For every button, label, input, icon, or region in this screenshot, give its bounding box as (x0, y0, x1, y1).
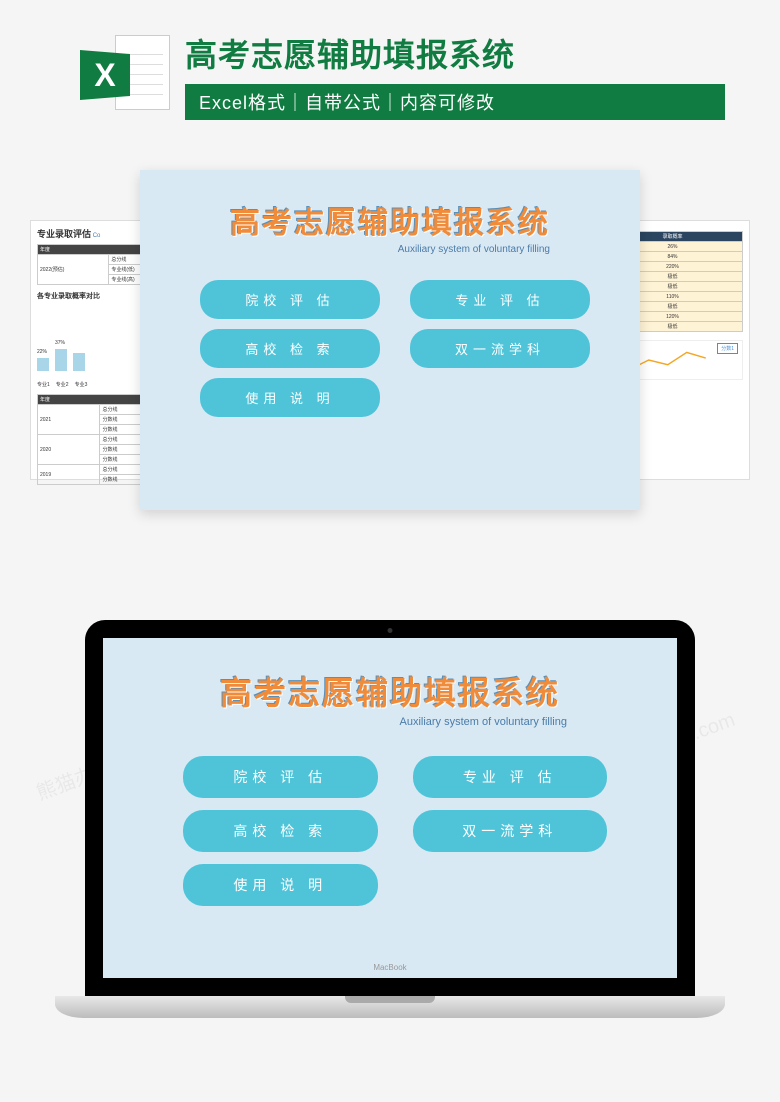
btn-college-eval[interactable]: 院校 评 估 (183, 756, 378, 798)
btn-usage-guide[interactable]: 使用 说 明 (200, 378, 380, 417)
excel-x: X (80, 50, 130, 100)
page-subtitle: Excel格式｜自带公式｜内容可修改 (185, 84, 725, 120)
laptop-frame: 高考志愿辅助填报系统 Auxiliary system of voluntary… (85, 620, 695, 996)
bar-label: 专业2 (56, 381, 69, 388)
page-title: 高考志愿辅助填报系统 (185, 30, 760, 76)
btn-major-eval[interactable]: 专业 评 估 (413, 756, 608, 798)
left-sheet-title: 专业录取评估 (37, 229, 91, 239)
main-card: 高考志愿辅助填报系统 Auxiliary system of voluntary… (140, 170, 640, 510)
btn-major-eval[interactable]: 专业 评 估 (410, 280, 590, 319)
card-title: 高考志愿辅助填报系统 (140, 198, 640, 242)
yr: 2020 (38, 435, 100, 465)
yr: 2021 (38, 405, 100, 435)
bar-label: 专业1 (37, 381, 50, 388)
laptop-base (55, 996, 725, 1018)
btn-usage-guide[interactable]: 使用 说 明 (183, 864, 378, 906)
preview-area: 专业录取评估 Co 年度 2022(预估)总分线 专业线(低) 专业线(高) 各… (0, 160, 780, 540)
card-subtitle: Auxiliary system of voluntary filling (140, 244, 550, 255)
header-bar: X 高考志愿辅助填报系统 Excel格式｜自带公式｜内容可修改 (0, 0, 780, 140)
card-title-laptop: 高考志愿辅助填报系统 (103, 668, 677, 714)
btn-college-search[interactable]: 高校 检 索 (200, 329, 380, 368)
left-year: 2022(预估) (38, 255, 109, 285)
laptop-mockup: 高考志愿辅助填报系统 Auxiliary system of voluntary… (0, 620, 780, 1018)
btn-double-first[interactable]: 双一流学科 (410, 329, 590, 368)
btn-college-search[interactable]: 高校 检 索 (183, 810, 378, 852)
btn-double-first[interactable]: 双一流学科 (413, 810, 608, 852)
excel-icon: X (80, 30, 170, 120)
legend: 分数1 (717, 343, 738, 354)
btn-college-eval[interactable]: 院校 评 估 (200, 280, 380, 319)
left-sheet-co: Co (93, 233, 101, 239)
macbook-label: MacBook (85, 963, 695, 972)
yr: 2019 (38, 465, 100, 485)
laptop-screen: 高考志愿辅助填报系统 Auxiliary system of voluntary… (103, 638, 677, 978)
bar-label: 专业3 (75, 381, 88, 388)
card-subtitle-laptop: Auxiliary system of voluntary filling (103, 716, 567, 728)
